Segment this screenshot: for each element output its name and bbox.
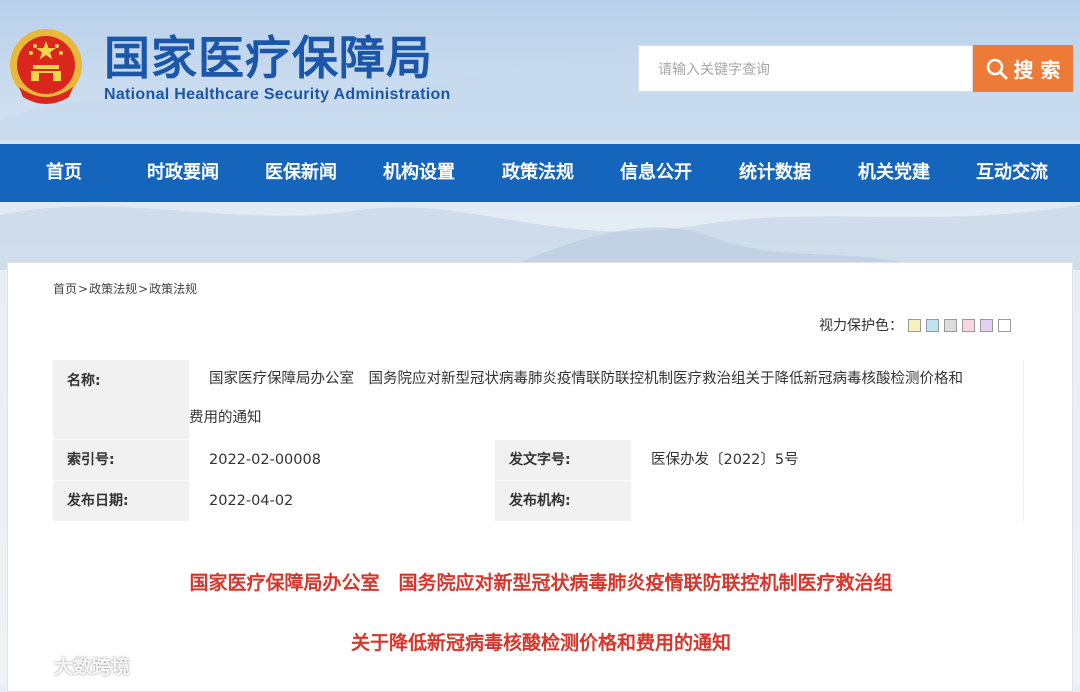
article-title-line1: 国家医疗保障局办公室 国务院应对新型冠状病毒肺炎疫情联防联控机制医疗救治组: [189, 572, 893, 594]
meta-org-label: 发布机构:: [495, 481, 631, 521]
breadcrumb-policy[interactable]: 政策法规: [89, 282, 137, 296]
nav-item-party[interactable]: 机关党建: [858, 144, 930, 202]
watermark: 大数跨境: [8, 652, 130, 679]
nav-item-news[interactable]: 时政要闻: [147, 144, 219, 202]
search-input[interactable]: [638, 45, 973, 92]
search-button-label: 搜 索: [1013, 58, 1061, 82]
nav-item-organization[interactable]: 机构设置: [383, 144, 455, 202]
meta-org-value: [631, 481, 1024, 521]
nav-item-home[interactable]: 首页: [46, 144, 82, 202]
breadcrumb-home[interactable]: 首页: [53, 282, 77, 296]
watermark-text: 大数跨境: [54, 656, 131, 678]
swatch-yellow[interactable]: [908, 318, 921, 332]
nav-item-disclosure[interactable]: 信息公开: [620, 144, 692, 202]
vision-protection: 视力保护色：: [819, 315, 1011, 335]
meta-docno-label: 发文字号:: [495, 440, 631, 480]
article-title-line2: 关于降低新冠病毒核酸检测价格和费用的通知: [350, 632, 731, 654]
content-card: 首页>政策法规>政策法规 视力保护色： 名称: 国家医疗保障局办公室 国务院应对…: [7, 262, 1073, 692]
swatch-pink[interactable]: [962, 318, 975, 332]
swatch-gray[interactable]: [944, 318, 957, 332]
watermark-logo-icon: [9, 656, 47, 675]
document-meta-table: 名称: 国家医疗保障局办公室 国务院应对新型冠状病毒肺炎疫情联防联控机制医疗救治…: [53, 360, 1024, 522]
search-button[interactable]: 搜 索: [973, 45, 1073, 92]
meta-row-index: 索引号: 2022-02-00008 发文字号: 医保办发〔2022〕5号: [53, 440, 1024, 481]
main-nav: 首页 时政要闻 医保新闻 机构设置 政策法规 信息公开 统计数据 机关党建 互动…: [0, 144, 1080, 202]
swatch-blue[interactable]: [926, 318, 939, 332]
meta-date-value: 2022-04-02: [189, 481, 495, 521]
breadcrumb: 首页>政策法规>政策法规: [53, 282, 198, 296]
breadcrumb-policy-sub[interactable]: 政策法规: [149, 282, 197, 296]
meta-name-value: 国家医疗保障局办公室 国务院应对新型冠状病毒肺炎疫情联防联控机制医疗救治组关于降…: [189, 360, 1024, 439]
nav-item-interaction[interactable]: 互动交流: [976, 144, 1048, 202]
vision-label: 视力保护色：: [819, 318, 903, 334]
meta-row-name: 名称: 国家医疗保障局办公室 国务院应对新型冠状病毒肺炎疫情联防联控机制医疗救治…: [53, 360, 1024, 440]
meta-index-value: 2022-02-00008: [189, 440, 495, 480]
nav-item-policy[interactable]: 政策法规: [502, 144, 574, 202]
site-logo-title[interactable]: 国家医疗保障局: [104, 30, 433, 86]
swatch-white[interactable]: [998, 318, 1011, 332]
nav-item-statistics[interactable]: 统计数据: [739, 144, 811, 202]
search-icon: [986, 58, 1008, 79]
nav-item-insurance-news[interactable]: 医保新闻: [265, 144, 337, 202]
national-emblem-icon: [10, 29, 82, 104]
swatch-purple[interactable]: [980, 318, 993, 332]
meta-date-label: 发布日期:: [53, 481, 189, 521]
meta-index-label: 索引号:: [53, 440, 189, 480]
meta-name-label: 名称:: [53, 360, 189, 439]
meta-docno-value: 医保办发〔2022〕5号: [631, 440, 1024, 480]
site-logo-subtitle[interactable]: National Healthcare Security Administrat…: [104, 86, 451, 104]
meta-row-date: 发布日期: 2022-04-02 发布机构:: [53, 481, 1024, 522]
